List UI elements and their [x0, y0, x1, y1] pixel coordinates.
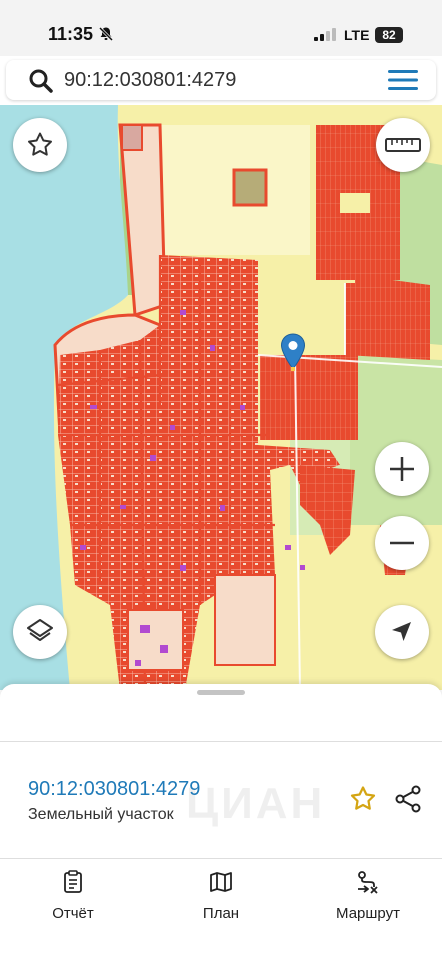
- nav-label-plan: План: [202, 905, 240, 922]
- map-canvas[interactable]: [0, 105, 442, 690]
- zoom-in-button[interactable]: [375, 442, 429, 496]
- search-icon[interactable]: [28, 68, 54, 99]
- nav-label-report: Отчёт: [52, 905, 94, 922]
- zoom-out-icon: [387, 528, 417, 558]
- nav-item-route[interactable]: Маршрут: [313, 870, 423, 923]
- bottom-nav: Отчёт План Маршрут: [0, 862, 442, 960]
- signal-icon: [314, 28, 336, 46]
- sheet-divider-top: [0, 741, 442, 742]
- sheet-handle[interactable]: [197, 690, 245, 695]
- route-icon: [313, 870, 423, 899]
- ruler-icon: [385, 136, 421, 154]
- search-input[interactable]: [64, 66, 364, 94]
- location-pin-icon[interactable]: [280, 333, 306, 378]
- carrier-label: LTE: [344, 27, 370, 43]
- battery-icon: 82: [375, 27, 403, 43]
- nav-item-plan[interactable]: План: [166, 870, 276, 923]
- status-bar: 11:35 LTE 82: [0, 0, 442, 56]
- cadastral-map[interactable]: [0, 105, 442, 690]
- bottom-sheet[interactable]: ЦИАН 90:12:030801:4279 Земельный участок…: [0, 684, 442, 960]
- nav-label-route: Маршрут: [336, 905, 400, 922]
- parcel-number[interactable]: 90:12:030801:4279: [28, 778, 200, 801]
- parcel-type: Земельный участок: [28, 806, 174, 823]
- menu-icon[interactable]: [386, 68, 420, 97]
- ruler-button[interactable]: [376, 118, 430, 172]
- favorite-button[interactable]: [13, 118, 67, 172]
- zoom-in-icon: [387, 454, 417, 484]
- watermark: ЦИАН: [186, 779, 326, 828]
- locate-button[interactable]: [375, 605, 429, 659]
- favorite-star-icon: [25, 130, 55, 160]
- zoom-out-button[interactable]: [375, 516, 429, 570]
- layers-button[interactable]: [13, 605, 67, 659]
- nav-item-report[interactable]: Отчёт: [18, 870, 128, 923]
- report-clipboard-icon: [18, 870, 128, 899]
- sheet-divider-bottom: [0, 858, 442, 859]
- search-bar: [6, 60, 436, 100]
- status-time: 11:35: [48, 24, 94, 44]
- map-plan-icon: [166, 870, 276, 899]
- layers-icon: [25, 617, 55, 647]
- locate-arrow-icon: [389, 619, 415, 645]
- bell-slash-icon: [98, 26, 114, 47]
- favorite-star-outline-icon[interactable]: [348, 784, 378, 819]
- share-icon[interactable]: [393, 784, 423, 819]
